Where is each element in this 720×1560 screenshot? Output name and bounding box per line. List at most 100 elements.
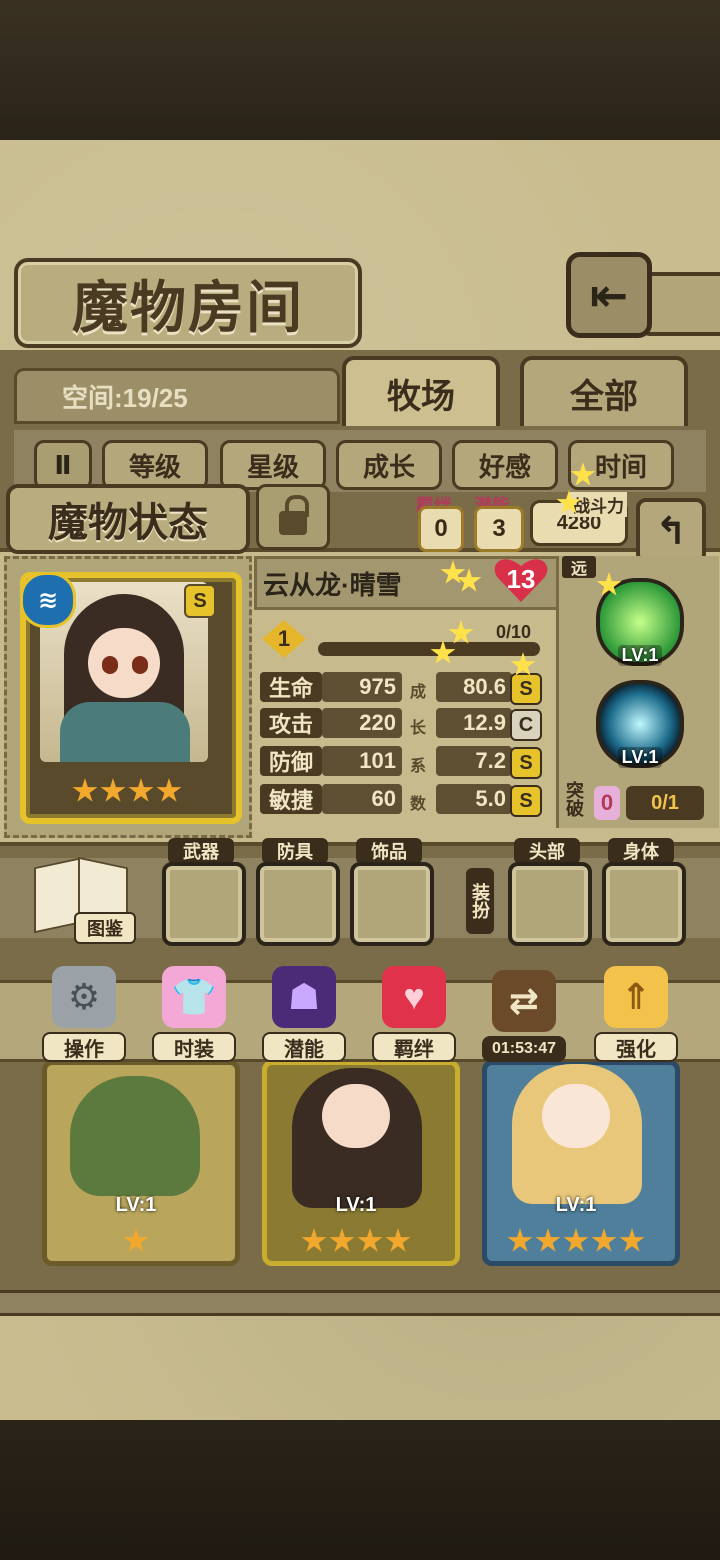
monster-card-2-level: LV:1	[335, 1194, 377, 1216]
accessory-slot[interactable]	[350, 862, 434, 946]
stat-atk-label: 攻击	[260, 708, 322, 738]
tab-ranch[interactable]: 牧场	[342, 356, 500, 426]
enhance-button[interactable]: ⇑ 强化	[592, 966, 680, 1062]
status-close-button[interactable]: ↰	[636, 498, 706, 564]
affection-value: 13	[506, 563, 536, 594]
blonde-girl-face-art	[542, 1084, 610, 1148]
tab-all[interactable]: 全部	[520, 356, 688, 426]
sort-toggle-button[interactable]: Ⅱ	[34, 440, 92, 490]
sort-growth-button[interactable]: 成长	[336, 440, 442, 490]
costume-icon: 👕	[162, 966, 226, 1028]
bond-button[interactable]: ♥ 羁绊	[370, 966, 458, 1062]
top-background	[0, 0, 720, 140]
stat-def-label: 防御	[260, 746, 322, 776]
stat-hp-value: 975	[322, 672, 402, 702]
stat-agi-value: 60	[322, 784, 402, 814]
lock-icon	[279, 495, 309, 535]
room-bottom-frame	[0, 1290, 720, 1316]
monster-card-3-stars	[504, 1228, 648, 1258]
dragon-girl-face-art	[322, 1084, 390, 1148]
book-label: 图鉴	[74, 912, 136, 944]
skill-1-wind-blade-icon[interactable]: LV:1	[596, 578, 684, 666]
accessory-slot-label: 饰品	[356, 838, 422, 864]
star-icon	[507, 1228, 533, 1252]
status-title: 魔物状态	[48, 499, 208, 546]
swap-arrows-icon: ⇄	[492, 970, 556, 1032]
monster-card-1-stars	[96, 1228, 176, 1258]
grade-def: S	[510, 747, 542, 779]
head-slot-label: 头部	[514, 838, 580, 864]
skill-1-level: LV:1	[617, 645, 663, 666]
swap-button[interactable]: ⇄ 01:53:47	[480, 966, 568, 1062]
star-icon	[329, 1228, 355, 1252]
body-slot-label: 身体	[608, 838, 674, 864]
potential-label-text: 潜能	[262, 1032, 346, 1062]
skill-2-water-swirl-icon[interactable]: LV:1	[596, 680, 684, 768]
armor-slot[interactable]	[256, 862, 340, 946]
operate-label: 操作	[42, 1032, 126, 1062]
grade-atk: C	[510, 709, 542, 741]
potential-value: 3	[474, 506, 524, 552]
potential-button[interactable]: ☗ 潜能	[260, 966, 348, 1062]
operate-button[interactable]: ⚙ 操作	[40, 966, 128, 1062]
back-tab	[640, 272, 720, 336]
bond-value: 0	[418, 506, 464, 552]
star-icon	[100, 778, 126, 802]
lock-button[interactable]	[256, 484, 330, 550]
bond-label-text: 羁绊	[372, 1032, 456, 1062]
star-icon	[535, 1228, 561, 1252]
enhance-label: 强化	[594, 1032, 678, 1062]
water-element-icon: ≋	[20, 572, 76, 628]
space-counter: 空间:19/25	[62, 383, 188, 413]
breakthrough-progress: 0/1	[626, 786, 704, 820]
costume-button[interactable]: 👕 时装	[150, 966, 238, 1062]
power-label: 战斗力	[570, 492, 627, 517]
up-arrows-icon: ⇑	[604, 966, 668, 1028]
star-icon	[123, 1228, 149, 1252]
stat-atk-value: 220	[322, 708, 402, 738]
star-icon	[563, 1228, 589, 1252]
monster-card-1-level: LV:1	[115, 1194, 157, 1216]
star-icon	[128, 778, 154, 802]
growth-char-2: 长	[410, 720, 427, 737]
back-button[interactable]: ⇤	[566, 252, 652, 338]
armor-slot-label: 防具	[262, 838, 328, 864]
grade-agi: S	[510, 785, 542, 817]
star-icon	[156, 778, 182, 802]
growth-atk-value: 12.9	[436, 708, 512, 738]
sort-level-button[interactable]: 等级	[102, 440, 208, 490]
bottom-background	[0, 1420, 720, 1560]
weapon-slot[interactable]	[162, 862, 246, 946]
breakthrough-label: 突破	[566, 781, 584, 819]
page-title-box: 魔物房间	[14, 258, 362, 348]
range-tag: 远	[562, 556, 596, 578]
stat-agi-label: 敏捷	[260, 784, 322, 814]
growth-def-value: 7.2	[436, 746, 512, 776]
breakthrough-value: 0	[594, 786, 620, 820]
swap-timer: 01:53:47	[482, 1036, 566, 1062]
body-slot[interactable]	[602, 862, 686, 946]
plant-monster-art	[70, 1076, 200, 1196]
growth-char-3: 系	[410, 758, 427, 775]
star-icon	[619, 1228, 645, 1252]
star-icon	[72, 778, 98, 802]
sort-affection-button[interactable]: 好感	[452, 440, 558, 490]
exp-bar	[318, 642, 540, 656]
star-icon	[301, 1228, 327, 1252]
grade-hp: S	[510, 673, 542, 705]
star-icon	[591, 1228, 617, 1252]
page-title: 魔物房间	[72, 274, 304, 341]
growth-char-1: 成	[410, 684, 427, 701]
sort-star-button[interactable]: 星级	[220, 440, 326, 490]
portrait-stars	[72, 778, 182, 812]
head-slot[interactable]	[508, 862, 592, 946]
exp-text: 0/10	[496, 622, 532, 642]
star-icon	[357, 1228, 383, 1252]
stat-hp-label: 生命	[260, 672, 322, 702]
rank-badge: S	[184, 584, 216, 618]
growth-char-4: 数	[410, 796, 427, 813]
pause-icon: Ⅱ	[54, 449, 72, 480]
skill-2-level: LV:1	[617, 747, 663, 768]
hearts-icon: ♥	[382, 966, 446, 1028]
stat-def-value: 101	[322, 746, 402, 776]
